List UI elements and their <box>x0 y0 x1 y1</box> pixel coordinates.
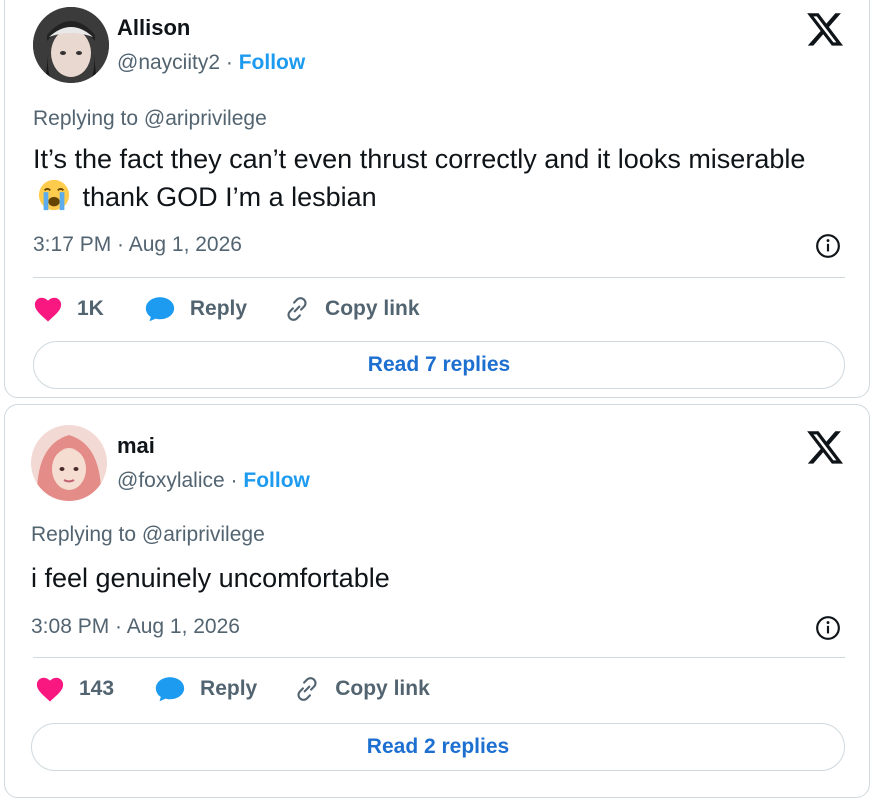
reply-label: Reply <box>200 677 258 700</box>
replying-to: Replying to @ariprivilege <box>31 523 265 546</box>
info-icon[interactable] <box>815 233 841 259</box>
reply-button[interactable]: Reply <box>144 295 283 323</box>
separator-dot: · <box>225 51 233 74</box>
copy-link-button[interactable]: Copy link <box>293 675 430 703</box>
timestamp[interactable]: 3:17 PM · Aug 1, 2026 <box>33 233 242 257</box>
follow-link[interactable]: Follow <box>239 51 306 74</box>
reply-label: Reply <box>189 297 248 320</box>
heart-icon <box>36 677 64 702</box>
avatar[interactable] <box>31 425 107 501</box>
like-button[interactable]: 1K <box>33 295 144 323</box>
tweet-card-mai: mai @foxylalice · Follow Replying to @ar… <box>4 404 870 798</box>
loudly-crying-face-emoji-icon <box>38 179 70 211</box>
info-icon[interactable] <box>815 615 841 641</box>
author-name[interactable]: mai <box>117 433 155 459</box>
copy-link-button[interactable]: Copy link <box>283 295 420 323</box>
divider <box>33 657 845 658</box>
x-logo-icon[interactable] <box>807 429 843 465</box>
tweet-text-part-1: It’s the fact they can’t even thrust cor… <box>33 144 806 174</box>
link-icon <box>287 297 307 321</box>
tweet-text-part-2: thank GOD I’m a lesbian <box>82 182 377 212</box>
copy-link-label: Copy link <box>325 297 420 320</box>
read-replies-button[interactable]: Read 2 replies <box>31 723 845 771</box>
link-icon <box>297 677 317 701</box>
action-bar: 143 Reply Copy link <box>35 675 430 703</box>
reply-bubble-icon <box>145 297 175 322</box>
replying-to: Replying to @ariprivilege <box>33 107 267 130</box>
separator-dot: · <box>230 469 238 492</box>
copy-link-label: Copy link <box>335 677 430 700</box>
x-logo-icon[interactable] <box>807 11 843 47</box>
like-count: 143 <box>79 677 115 700</box>
avatar[interactable] <box>33 7 109 83</box>
like-count: 1K <box>77 297 104 320</box>
reply-button[interactable]: Reply <box>154 675 293 703</box>
action-bar: 1K Reply Copy link <box>33 295 420 323</box>
tweet-card-allison: Allison @nayciity2 · Follow Replying to … <box>4 0 870 398</box>
author-handle-line: @nayciity2 · Follow <box>117 51 305 75</box>
like-button[interactable]: 143 <box>35 675 154 703</box>
follow-link[interactable]: Follow <box>243 469 310 492</box>
tweet-text: i feel genuinely uncomfortable <box>31 563 390 593</box>
divider <box>33 277 845 278</box>
author-handle[interactable]: @nayciity2 <box>117 51 220 74</box>
heart-icon <box>34 297 62 322</box>
timestamp[interactable]: 3:08 PM · Aug 1, 2026 <box>31 615 240 639</box>
author-handle[interactable]: @foxylalice <box>117 469 225 492</box>
reply-bubble-icon <box>155 677 185 702</box>
author-handle-line: @foxylalice · Follow <box>117 469 310 493</box>
read-replies-button[interactable]: Read 7 replies <box>33 341 845 389</box>
tweet-text: It’s the fact they can’t even thrust cor… <box>33 141 833 216</box>
author-name[interactable]: Allison <box>117 15 190 41</box>
